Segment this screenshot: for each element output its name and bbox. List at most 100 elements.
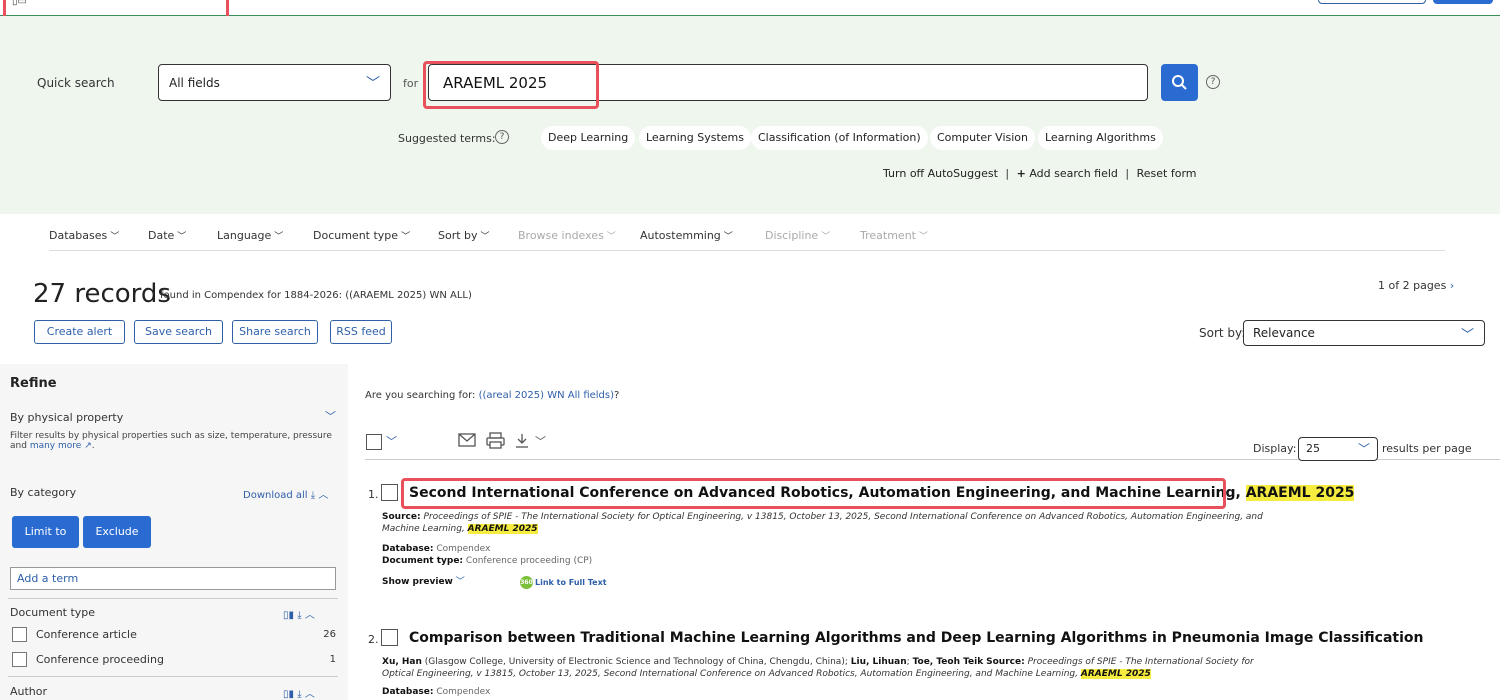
fulltext-label: Link to Full Text: [535, 578, 607, 587]
download-icon[interactable]: [514, 432, 531, 449]
email-icon[interactable]: [458, 432, 476, 448]
help-icon[interactable]: ?: [1206, 75, 1220, 89]
chevron-up-icon[interactable]: ︿: [305, 689, 315, 700]
document-type-label: Document type:: [382, 556, 464, 566]
chevron-down-icon[interactable]: ﹀: [325, 408, 336, 424]
result-database: Database: Compendex: [382, 686, 1432, 698]
document-type-label: Document type: [313, 229, 399, 242]
fulltext-icon: 360: [520, 576, 533, 589]
facet-item[interactable]: Conference proceeding 1: [12, 652, 336, 670]
date-dropdown[interactable]: Date ﹀: [148, 229, 186, 242]
facet-count: 26: [323, 629, 336, 640]
chevron-down-icon[interactable]: ﹀: [535, 433, 546, 449]
result-document-type: Document type: Conference proceeding (CP…: [382, 555, 1432, 567]
did-you-mean-suffix: ?: [614, 390, 620, 401]
facet-label: Conference proceeding: [36, 653, 164, 666]
create-alert-button[interactable]: Create alert: [34, 320, 125, 344]
document-type-facet-title: Document type: [10, 606, 96, 619]
save-search-button[interactable]: Save search: [134, 320, 223, 344]
add-search-field-link[interactable]: Add search field: [1029, 167, 1118, 180]
download-icon[interactable]: ⤓: [297, 610, 301, 621]
sort-select[interactable]: Relevance ﹀: [1243, 320, 1485, 346]
download-icon[interactable]: ⤓: [297, 689, 301, 700]
facet-checkbox[interactable]: [12, 627, 27, 642]
facet-item[interactable]: Conference article 26: [12, 627, 336, 645]
suggested-term-chip[interactable]: Computer Vision: [930, 126, 1036, 150]
chart-icon[interactable]: ▯▮: [283, 689, 294, 700]
top-outline-button[interactable]: [1318, 0, 1426, 4]
search-button[interactable]: [1161, 64, 1198, 101]
browse-indexes-dropdown[interactable]: Browse indexes ﹀: [518, 229, 616, 242]
display-select[interactable]: 25 ﹀: [1298, 437, 1378, 461]
link-to-full-text[interactable]: 360 Link to Full Text: [520, 576, 607, 589]
exclude-button[interactable]: Exclude: [83, 516, 151, 548]
suggested-terms-label: Suggested terms:: [398, 132, 496, 145]
language-label: Language: [217, 229, 272, 242]
limit-to-button[interactable]: Limit to: [12, 516, 79, 548]
chevron-up-icon[interactable]: ︿: [305, 610, 315, 621]
top-primary-button[interactable]: [1433, 0, 1493, 4]
discipline-label: Discipline: [765, 229, 819, 242]
add-term-input[interactable]: [10, 567, 336, 590]
result-title[interactable]: Comparison between Traditional Machine L…: [409, 630, 1424, 646]
treatment-dropdown[interactable]: Treatment ﹀: [860, 229, 928, 242]
author[interactable]: Liu, Lihuan: [851, 657, 907, 667]
did-you-mean: Are you searching for: ((areal 2025) WN …: [365, 390, 619, 401]
source-text-cont: Machine Learning,: [382, 524, 465, 534]
result-database: Database: Compendex: [382, 543, 1432, 555]
did-you-mean-link[interactable]: ((areal 2025) WN All fields): [479, 390, 614, 401]
chevron-down-icon[interactable]: ﹀: [386, 433, 397, 449]
download-all-label: Download all: [243, 490, 308, 501]
suggested-term-chip[interactable]: Learning Algorithms: [1038, 126, 1163, 150]
autostemming-dropdown[interactable]: Autostemming ﹀: [640, 229, 733, 242]
result-source: Source: Proceedings of SPIE - The Intern…: [382, 511, 1432, 535]
help-icon[interactable]: ?: [495, 130, 509, 144]
share-search-button[interactable]: Share search: [232, 320, 318, 344]
discipline-dropdown[interactable]: Discipline ﹀: [765, 229, 830, 242]
autostemming-label: Autostemming: [640, 229, 721, 242]
facet-checkbox[interactable]: [12, 652, 27, 667]
facet-count: 1: [329, 654, 336, 665]
result-authors: Xu, Han (Glasgow College, University of …: [382, 657, 1254, 679]
suggested-term-chip[interactable]: Deep Learning: [541, 126, 636, 150]
source-text-cont: Optical Engineering, v 13815, October 13…: [382, 669, 1079, 679]
source-highlight: ARAEML 2025: [467, 524, 538, 534]
suggested-term-chip[interactable]: Learning Systems: [639, 126, 752, 150]
reset-form-link[interactable]: Reset form: [1137, 167, 1197, 180]
select-all-checkbox[interactable]: [366, 434, 382, 450]
download-all-link[interactable]: Download all ⤓ ︿: [243, 486, 328, 501]
search-links-row: Turn off AutoSuggest | + Add search fiel…: [883, 167, 1197, 180]
chart-icon[interactable]: ▯▮: [283, 610, 294, 621]
chevron-down-icon: ﹀: [177, 232, 187, 242]
suggested-term-chip[interactable]: Classification (of Information): [751, 126, 928, 150]
show-preview[interactable]: Show preview ﹀: [382, 576, 465, 588]
search-input-highlight: [423, 61, 599, 109]
document-type-facet-tools[interactable]: ▯▮ ⤓ ︿: [283, 606, 315, 621]
author-facet-tools[interactable]: ▯▮ ⤓ ︿: [283, 685, 315, 700]
author-facet-title: Author: [10, 685, 48, 698]
author[interactable]: Toe, Teoh Teik: [913, 657, 984, 667]
chevron-right-icon: ›: [1449, 279, 1455, 292]
document-type-dropdown[interactable]: Document type ﹀: [313, 229, 410, 242]
pages-label: 1 of 2 pages: [1378, 279, 1447, 292]
chevron-down-icon: ﹀: [274, 232, 284, 242]
result-checkbox[interactable]: [381, 484, 398, 501]
turn-off-autosuggest-link[interactable]: Turn off AutoSuggest: [883, 167, 998, 180]
databases-dropdown[interactable]: Databases ﹀: [49, 229, 119, 242]
database-label: Database:: [382, 687, 434, 697]
facet-label: Conference article: [36, 628, 137, 641]
category-label: By category: [10, 486, 77, 499]
refine-sidebar: Refine By physical property ﹀ Filter res…: [0, 364, 348, 700]
chevron-down-icon: ﹀: [1460, 328, 1474, 343]
language-dropdown[interactable]: Language ﹀: [217, 229, 283, 242]
many-more-link[interactable]: many more ↗: [30, 441, 92, 451]
logo-icon[interactable]: ▯▭: [12, 0, 27, 7]
pagination-info[interactable]: 1 of 2 pages ›: [1378, 279, 1454, 292]
result-checkbox[interactable]: [381, 629, 398, 646]
author[interactable]: Xu, Han: [382, 657, 422, 667]
rss-feed-button[interactable]: RSS feed: [330, 320, 392, 344]
sort-by-dropdown[interactable]: Sort by ﹀: [438, 229, 490, 242]
search-field-select[interactable]: All fields ﹀: [158, 64, 391, 101]
print-icon[interactable]: [486, 432, 505, 449]
physical-property-label[interactable]: By physical property: [10, 411, 123, 424]
